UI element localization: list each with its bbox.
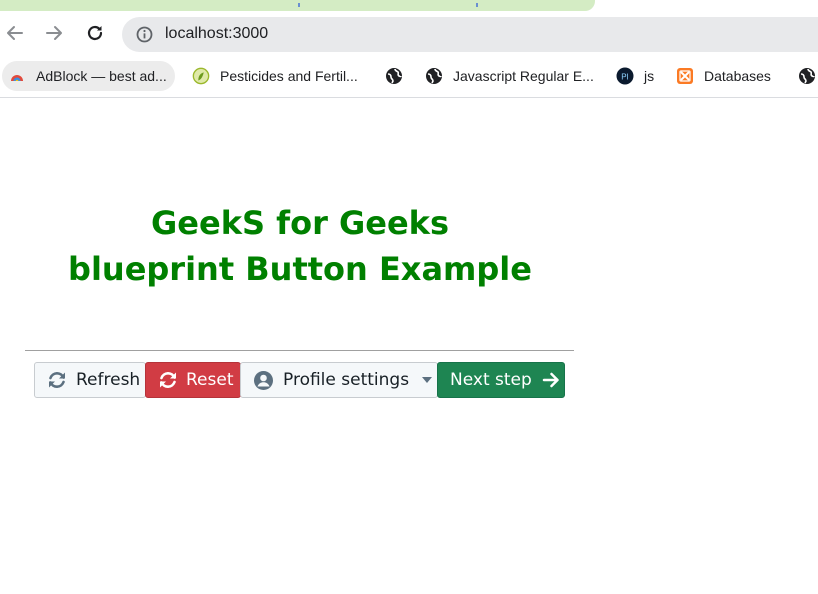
- tab-edge-mark: [298, 3, 300, 7]
- bookmark-databases[interactable]: Databases: [676, 61, 771, 91]
- info-icon[interactable]: [136, 26, 153, 47]
- profile-settings-label: Profile settings: [283, 370, 410, 390]
- next-step-button[interactable]: Next step: [437, 362, 565, 398]
- back-arrow-icon: [5, 23, 25, 47]
- bookmark-pesticides[interactable]: Pesticides and Fertil...: [192, 61, 358, 91]
- bookmark-label: Databases: [704, 68, 771, 84]
- forward-arrow-icon: [44, 23, 64, 47]
- refresh-icon: [46, 369, 68, 391]
- reload-icon: [85, 23, 105, 47]
- globe-icon: [798, 67, 816, 85]
- tab-edge-mark: [476, 3, 478, 7]
- bookmarks-bar: AdBlock — best ad... Pesticides and Fert…: [0, 56, 818, 98]
- xampp-icon: [676, 67, 694, 85]
- bookmark-label: Javascript Regular E...: [453, 68, 594, 84]
- reload-button[interactable]: [82, 22, 108, 48]
- bookmark-globe[interactable]: [798, 61, 818, 91]
- pl-icon: PI: [616, 67, 634, 85]
- user-icon: [253, 370, 274, 391]
- caret-down-icon: [421, 376, 433, 384]
- forward-button[interactable]: [41, 22, 67, 48]
- reset-button[interactable]: Reset: [145, 362, 241, 398]
- svg-text:PI: PI: [621, 73, 629, 82]
- heading-line-1: GeekS for Geeks: [151, 204, 449, 242]
- profile-settings-button[interactable]: Profile settings: [240, 362, 438, 398]
- leaf-icon: [192, 67, 210, 85]
- arrow-right-icon: [541, 370, 561, 390]
- bookmark-javascript-regex[interactable]: Javascript Regular E...: [425, 61, 594, 91]
- next-step-label: Next step: [450, 370, 532, 390]
- divider: [25, 350, 574, 351]
- bookmark-js[interactable]: PI js: [616, 61, 654, 91]
- heading-line-2: blueprint Button Example: [68, 250, 532, 288]
- bookmark-label: Pesticides and Fertil...: [220, 68, 358, 84]
- reset-label: Reset: [186, 370, 234, 390]
- bookmark-label: js: [644, 68, 655, 84]
- refresh-icon: [157, 369, 179, 391]
- globe-icon: [385, 67, 403, 85]
- back-button[interactable]: [2, 22, 28, 48]
- globe-icon: [425, 67, 443, 85]
- address-bar[interactable]: localhost:3000: [122, 17, 818, 52]
- tab-strip: [0, 0, 818, 14]
- adblock-icon: [8, 67, 26, 85]
- browser-toolbar: localhost:3000: [0, 14, 818, 56]
- refresh-label: Refresh: [76, 370, 141, 390]
- refresh-button[interactable]: Refresh: [34, 362, 146, 398]
- page-title: GeekS for Geeks blueprint Button Example: [25, 200, 575, 292]
- bookmark-adblock[interactable]: AdBlock — best ad...: [2, 61, 175, 91]
- bookmark-label: AdBlock — best ad...: [36, 68, 167, 84]
- bookmark-globe[interactable]: [385, 61, 413, 91]
- url-text[interactable]: localhost:3000: [165, 25, 268, 43]
